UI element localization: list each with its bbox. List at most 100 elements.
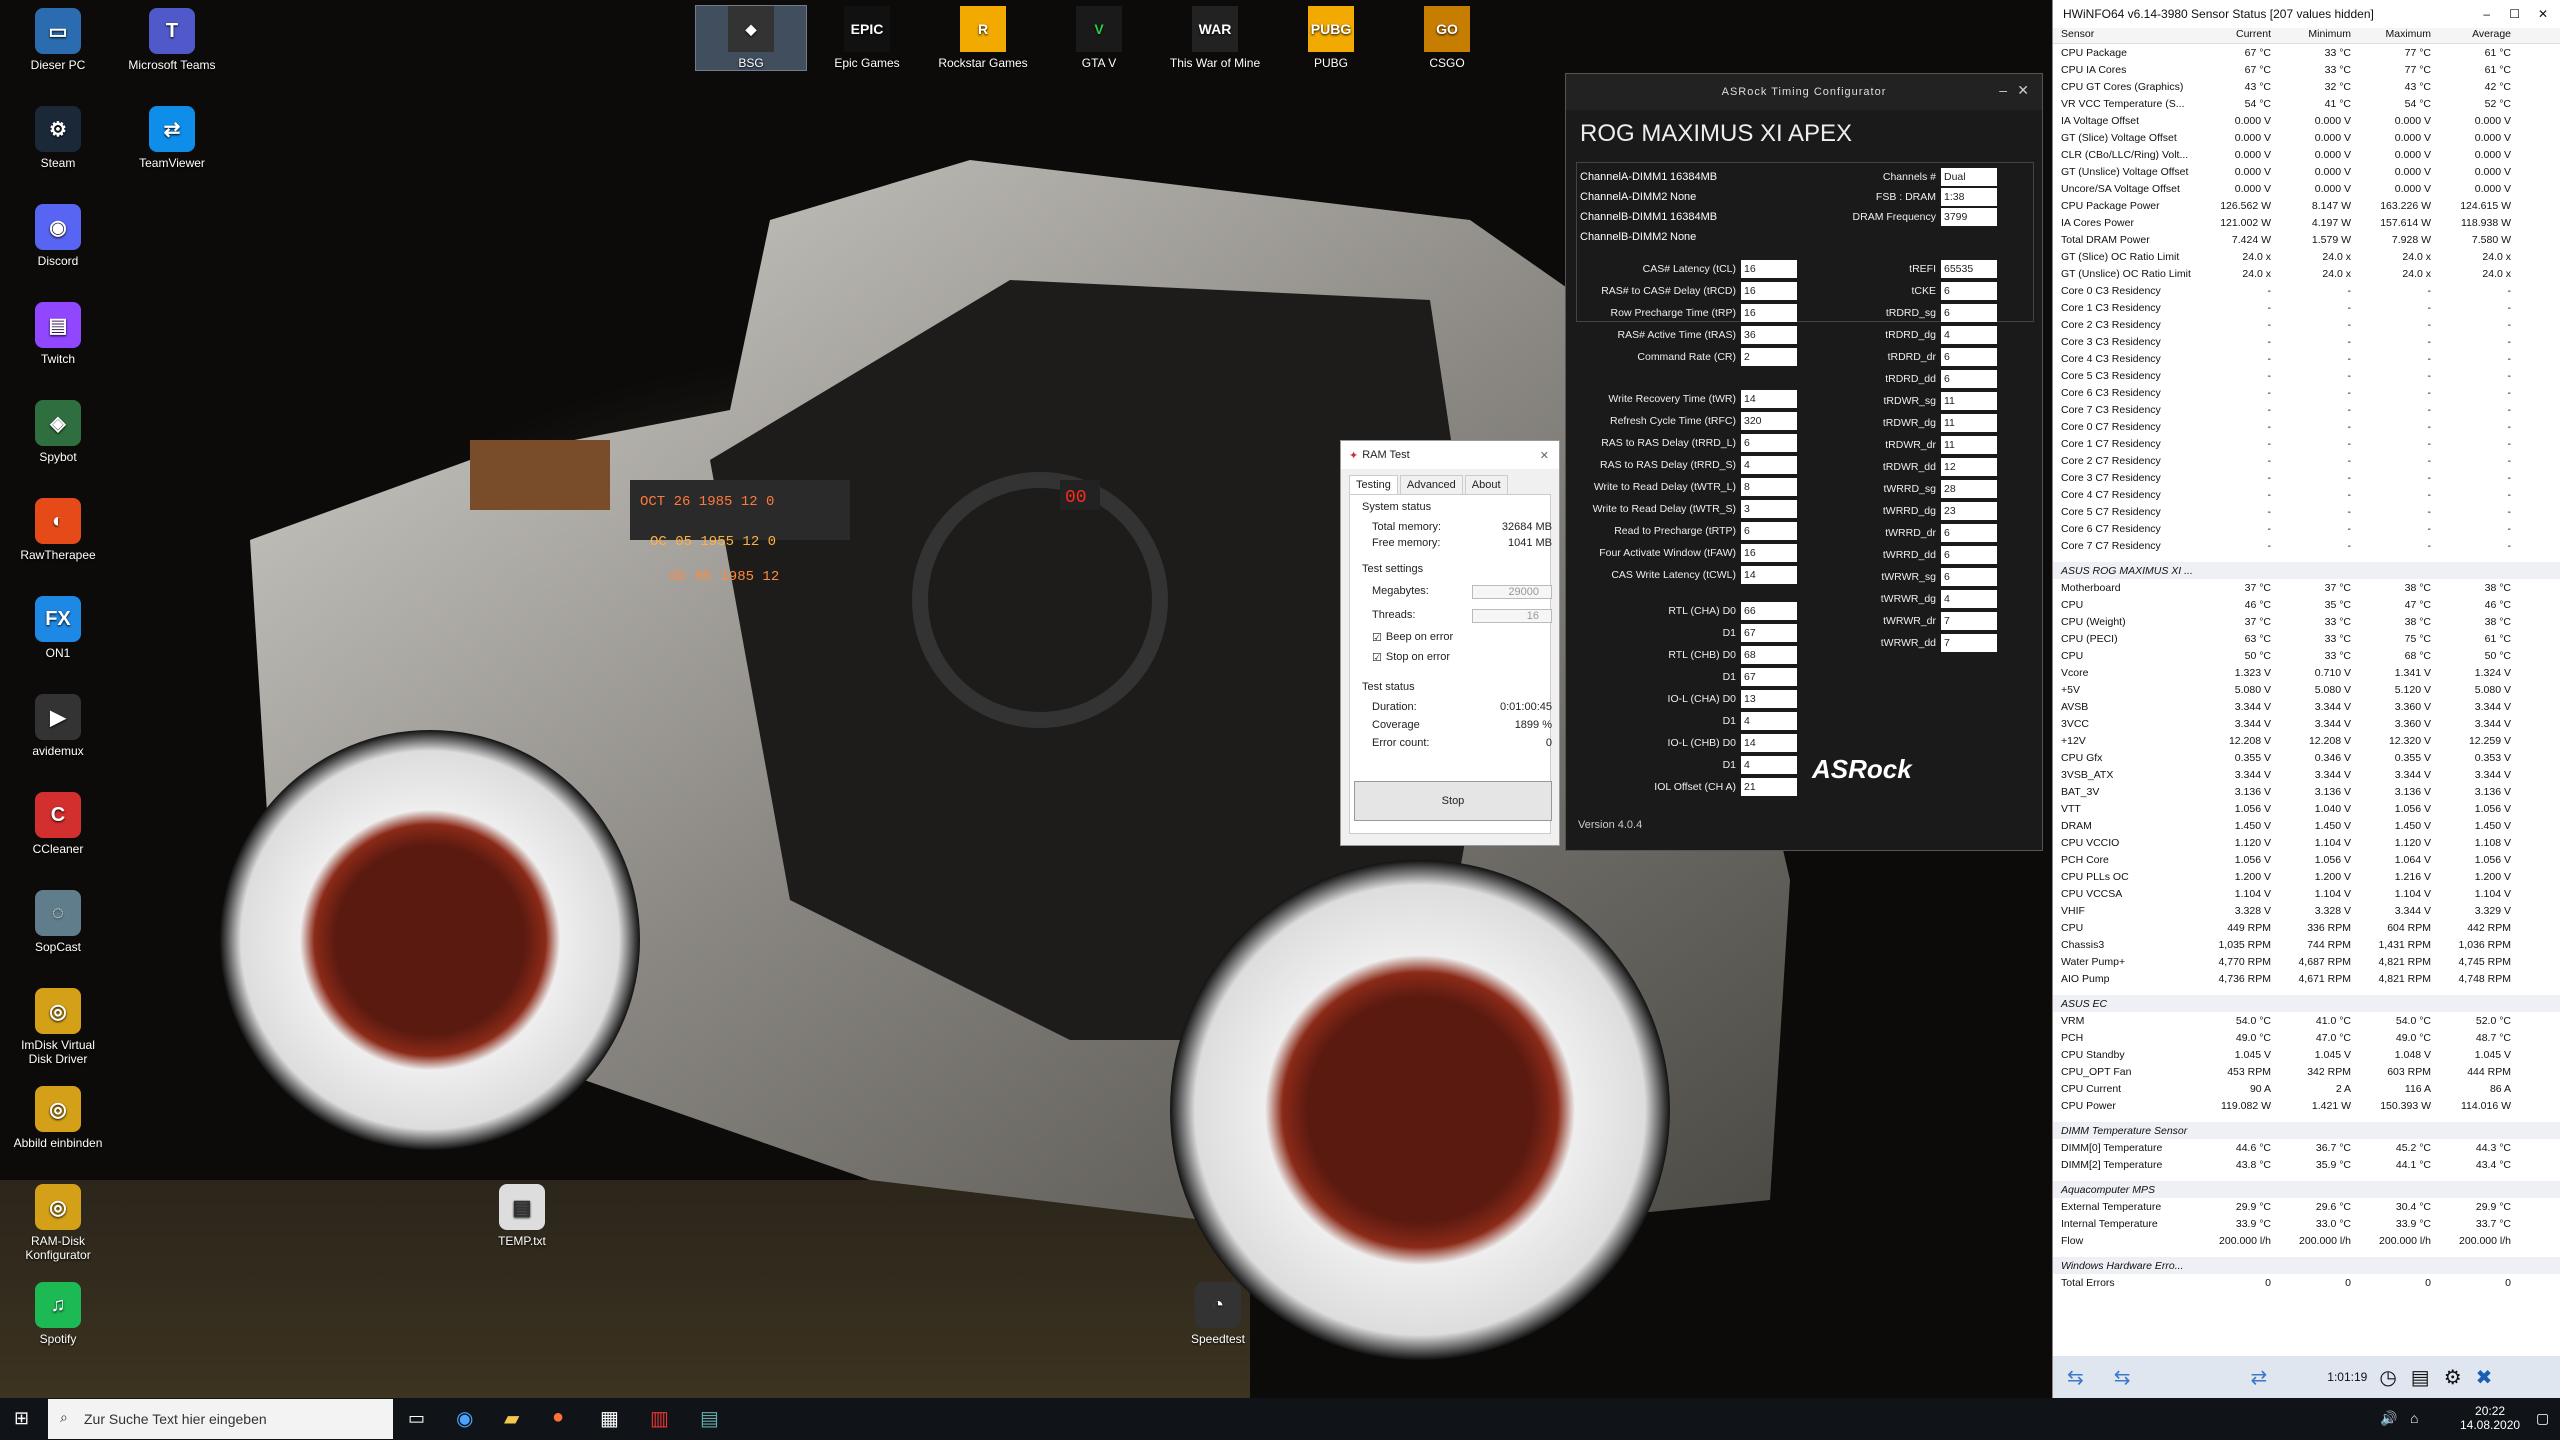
edge-icon[interactable]: ◉ — [456, 1406, 473, 1431]
timing-value[interactable]: 65535 — [1941, 260, 1997, 278]
stop-on-error-checkbox[interactable]: ☑ — [1372, 651, 1382, 664]
sensor-row[interactable]: 3VCC 3.344 V 3.344 V 3.360 V 3.344 V — [2053, 715, 2560, 732]
tab-advanced[interactable]: Advanced — [1399, 475, 1463, 494]
timing-value[interactable]: 67 — [1741, 624, 1797, 642]
tab-about[interactable]: About — [1464, 475, 1508, 494]
threads-input[interactable]: 16 — [1472, 609, 1552, 623]
sensor-row[interactable]: Core 3 C3 Residency - - - - — [2053, 333, 2560, 350]
col-current[interactable]: Current — [2195, 28, 2275, 43]
sensor-row[interactable]: CPU (PECI) 63 °C 33 °C 75 °C 61 °C — [2053, 630, 2560, 647]
ramtest-titlebar[interactable]: ✦ RAM Test ✕ — [1341, 441, 1559, 469]
timing-value[interactable]: 28 — [1941, 480, 1997, 498]
maximize-icon[interactable]: ☐ — [2509, 7, 2520, 21]
timing-value[interactable]: 6 — [1941, 546, 1997, 564]
hwinfo-titlebar[interactable]: HWiNFO64 v6.14-3980 Sensor Status [207 v… — [2053, 0, 2560, 28]
timing-value[interactable]: 6 — [1941, 568, 1997, 586]
timing-value[interactable]: 6 — [1941, 282, 1997, 300]
sensor-group-header[interactable]: DIMM Temperature Sensor — [2053, 1122, 2560, 1139]
sensor-group-header[interactable]: ASUS ROG MAXIMUS XI ... — [2053, 562, 2560, 579]
close-icon[interactable]: ✕ — [2538, 7, 2548, 21]
desktop-game-icon[interactable]: EPIC Epic Games — [812, 6, 922, 70]
desktop-icon[interactable]: FX ON1 — [8, 596, 108, 660]
desktop-game-icon[interactable]: PUBG PUBG — [1276, 6, 1386, 70]
sensor-row[interactable]: Motherboard 37 °C 37 °C 38 °C 38 °C — [2053, 579, 2560, 596]
timing-value[interactable]: 12 — [1941, 458, 1997, 476]
sensor-row[interactable]: Total DRAM Power 7.424 W 1.579 W 7.928 W 7.5… — [2053, 231, 2560, 248]
timing-value[interactable]: 14 — [1741, 734, 1797, 752]
sensor-row[interactable]: Core 2 C7 Residency - - - - — [2053, 452, 2560, 469]
sensor-group-header[interactable]: ASUS EC — [2053, 995, 2560, 1012]
sensor-row[interactable]: Core 1 C7 Residency - - - - — [2053, 435, 2560, 452]
report-icon[interactable]: ▤ — [2411, 1365, 2430, 1390]
timing-value[interactable]: 16 — [1741, 544, 1797, 562]
sensor-row[interactable]: AIO Pump 4,736 RPM 4,671 RPM 4,821 RPM 4,748… — [2053, 970, 2560, 987]
timing-value[interactable]: 16 — [1741, 304, 1797, 322]
sensor-row[interactable]: Water Pump+ 4,770 RPM 4,687 RPM 4,821 RPM 4,… — [2053, 953, 2560, 970]
sensor-group-header[interactable]: Windows Hardware Erro... — [2053, 1257, 2560, 1274]
network-icon[interactable]: ⇄ — [2251, 1365, 2268, 1390]
sensor-row[interactable]: Core 0 C7 Residency - - - - — [2053, 418, 2560, 435]
sensor-row[interactable]: Chassis3 1,035 RPM 744 RPM 1,431 RPM 1,036 R… — [2053, 936, 2560, 953]
timing-value[interactable]: 6 — [1941, 348, 1997, 366]
timing-value[interactable]: 320 — [1741, 412, 1797, 430]
sensor-row[interactable]: CPU GT Cores (Graphics) 43 °C 32 °C 43 °C 42… — [2053, 78, 2560, 95]
timing-value[interactable]: 3799 — [1941, 208, 1997, 226]
minimize-icon[interactable]: – — [1999, 82, 2008, 98]
clock-icon[interactable]: ◷ — [2379, 1365, 2396, 1390]
timing-value[interactable]: 67 — [1741, 668, 1797, 686]
sensor-row[interactable]: CPU Package Power 126.562 W 8.147 W 163.226… — [2053, 197, 2560, 214]
desktop-icon[interactable]: ▤ Twitch — [8, 302, 108, 366]
sensor-row[interactable]: CPU 50 °C 33 °C 68 °C 50 °C — [2053, 647, 2560, 664]
sensor-row[interactable]: 3VSB_ATX 3.344 V 3.344 V 3.344 V 3.344 V — [2053, 766, 2560, 783]
desktop-icon[interactable]: ▤ TEMP.txt — [472, 1184, 572, 1248]
col-average[interactable]: Average — [2435, 28, 2515, 43]
asrock-taskbar-icon[interactable]: ▥ — [650, 1406, 669, 1431]
sensor-row[interactable]: CPU PLLs OC 1.200 V 1.200 V 1.216 V 1.200 V — [2053, 868, 2560, 885]
timing-value[interactable]: 4 — [1941, 326, 1997, 344]
sensor-row[interactable]: CPU Power 119.082 W 1.421 W 150.393 W 114.01… — [2053, 1097, 2560, 1114]
sensor-row[interactable]: CPU Current 90 A 2 A 116 A 86 A — [2053, 1080, 2560, 1097]
explorer-icon[interactable]: ▰ — [504, 1406, 519, 1431]
asrock-titlebar[interactable]: ASRock Timing Configurator – ✕ — [1566, 74, 2042, 110]
timing-value[interactable]: Dual — [1941, 168, 1997, 186]
sensor-row[interactable]: DIMM[2] Temperature 43.8 °C 35.9 °C 44.1 °C… — [2053, 1156, 2560, 1173]
sensor-row[interactable]: CPU 449 RPM 336 RPM 604 RPM 442 RPM — [2053, 919, 2560, 936]
timing-value[interactable]: 21 — [1741, 778, 1797, 796]
firefox-icon[interactable]: ● — [552, 1406, 564, 1429]
settings-icon[interactable]: ⚙ — [2444, 1365, 2462, 1390]
megabytes-input[interactable]: 29000 — [1472, 585, 1552, 599]
desktop-icon[interactable]: ◔ Speedtest — [1168, 1282, 1268, 1346]
sensor-row[interactable]: External Temperature 29.9 °C 29.6 °C 30.4 °… — [2053, 1198, 2560, 1215]
sensor-row[interactable]: IA Voltage Offset 0.000 V 0.000 V 0.000 V 0.… — [2053, 112, 2560, 129]
sensor-row[interactable]: GT (Slice) OC Ratio Limit 24.0 x 24.0 x 24.… — [2053, 248, 2560, 265]
sensor-row[interactable]: CPU (Weight) 37 °C 33 °C 38 °C 38 °C — [2053, 613, 2560, 630]
timing-value[interactable]: 4 — [1941, 590, 1997, 608]
timing-value[interactable]: 16 — [1741, 282, 1797, 300]
timing-value[interactable]: 14 — [1741, 566, 1797, 584]
col-sensor[interactable]: Sensor — [2053, 28, 2195, 43]
desktop-icon[interactable]: ◐ RawTherapee — [8, 498, 108, 562]
desktop-game-icon[interactable]: ◆ BSG — [695, 5, 807, 71]
beep-checkbox[interactable]: ☑ — [1372, 631, 1382, 644]
sensor-row[interactable]: Core 1 C3 Residency - - - - — [2053, 299, 2560, 316]
ramtest-taskbar-icon[interactable]: ▦ — [600, 1406, 619, 1431]
sensor-row[interactable]: Core 6 C7 Residency - - - - — [2053, 520, 2560, 537]
sensor-row[interactable]: Core 4 C3 Residency - - - - — [2053, 350, 2560, 367]
network-tray-icon[interactable]: ⌂ — [2410, 1410, 2418, 1426]
timing-value[interactable]: 11 — [1941, 392, 1997, 410]
timing-value[interactable]: 1:38 — [1941, 188, 1997, 206]
timing-value[interactable]: 6 — [1941, 370, 1997, 388]
timing-value[interactable]: 11 — [1941, 436, 1997, 454]
col-maximum[interactable]: Maximum — [2355, 28, 2435, 43]
timing-value[interactable]: 13 — [1741, 690, 1797, 708]
sensor-list[interactable]: CPU Package 67 °C 33 °C 77 °C 61 °C CPU IA Co… — [2053, 44, 2560, 1340]
close-icon[interactable]: ✕ — [2017, 82, 2030, 99]
sensor-row[interactable]: Core 2 C3 Residency - - - - — [2053, 316, 2560, 333]
tab-testing[interactable]: Testing — [1349, 475, 1398, 494]
sensor-row[interactable]: Uncore/SA Voltage Offset 0.000 V 0.000 V 0.… — [2053, 180, 2560, 197]
sensor-row[interactable]: Core 0 C3 Residency - - - - — [2053, 282, 2560, 299]
desktop-game-icon[interactable]: V GTA V — [1044, 6, 1154, 70]
sensor-row[interactable]: CPU VCCIO 1.120 V 1.104 V 1.120 V 1.108 V — [2053, 834, 2560, 851]
timing-value[interactable]: 4 — [1741, 456, 1797, 474]
desktop-icon[interactable]: T Microsoft Teams — [122, 8, 222, 72]
